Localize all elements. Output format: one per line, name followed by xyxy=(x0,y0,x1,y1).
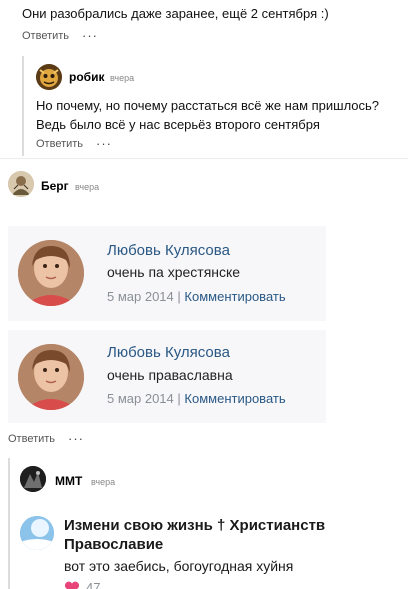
group-avatar xyxy=(20,516,54,550)
comment-author[interactable]: ММТ xyxy=(55,474,82,488)
reply-button[interactable]: Ответить xyxy=(8,433,55,445)
meta-separator: | xyxy=(177,391,181,406)
comment-author[interactable]: Берг xyxy=(41,179,69,193)
thread-line xyxy=(22,56,24,156)
embedded-screenshot[interactable]: Любовь Кулясова очень праваславна 5 мар … xyxy=(8,330,326,423)
post-text: очень па хрестянске xyxy=(107,264,241,280)
post-author-name: Любовь Кулясова xyxy=(107,344,230,361)
avatar[interactable] xyxy=(8,171,34,197)
post-text: вот это заебись, богоугодная хуйня xyxy=(64,558,294,574)
meta-separator: | xyxy=(177,289,181,304)
comment-time: вчера xyxy=(110,73,135,83)
likes-count: 47 xyxy=(86,580,101,589)
post-date: 5 мар 2014 xyxy=(107,289,174,304)
reply-button[interactable]: Ответить xyxy=(22,30,69,42)
comment-action-link: Комментировать xyxy=(184,289,286,304)
avatar-image-icon xyxy=(8,171,34,197)
post-group-title: Измени свою жизнь † Христианств xyxy=(64,517,326,534)
post-group-title: Православие xyxy=(64,536,164,553)
comment-time: вчера xyxy=(91,477,116,487)
profile-photo xyxy=(18,240,84,306)
avatar-image-icon xyxy=(36,64,62,90)
thread-line xyxy=(8,458,10,589)
comment-text-line: Но почему, но почему расстаться всё же н… xyxy=(36,98,380,113)
comment-action-link: Комментировать xyxy=(184,391,286,406)
comment-time: вчера xyxy=(75,182,100,192)
divider xyxy=(0,158,408,159)
more-options-icon[interactable]: ··· xyxy=(68,431,84,446)
sky-light-icon xyxy=(20,516,54,550)
post-author-name: Любовь Кулясова xyxy=(107,242,230,259)
comment-text: Они разобрались даже заранее, ещё 2 сент… xyxy=(22,6,329,21)
post-date: 5 мар 2014 xyxy=(107,391,174,406)
likes: 47 xyxy=(64,580,100,589)
post-meta: 5 мар 2014 | Комментировать xyxy=(107,289,286,304)
post-text: очень праваславна xyxy=(107,367,233,383)
comment-text-line: Ведь было всё у нас всерьёз второго сент… xyxy=(36,117,320,132)
avatar-image-icon xyxy=(20,466,46,492)
more-options-icon[interactable]: ··· xyxy=(82,28,98,43)
more-options-icon[interactable]: ··· xyxy=(96,136,112,151)
avatar[interactable] xyxy=(36,64,62,90)
comment-author[interactable]: робик xyxy=(69,70,104,84)
reply-button[interactable]: Ответить xyxy=(36,138,83,150)
embedded-screenshot[interactable]: Любовь Кулясова очень па хрестянске 5 ма… xyxy=(8,226,326,321)
heart-icon xyxy=(64,581,80,589)
girl-portrait-icon xyxy=(18,240,84,306)
avatar[interactable] xyxy=(20,466,46,492)
embedded-screenshot[interactable]: Измени свою жизнь † Христианств Правосла… xyxy=(20,510,342,589)
post-meta: 5 мар 2014 | Комментировать xyxy=(107,391,286,406)
profile-photo xyxy=(18,344,84,410)
girl-portrait-icon xyxy=(18,344,84,410)
